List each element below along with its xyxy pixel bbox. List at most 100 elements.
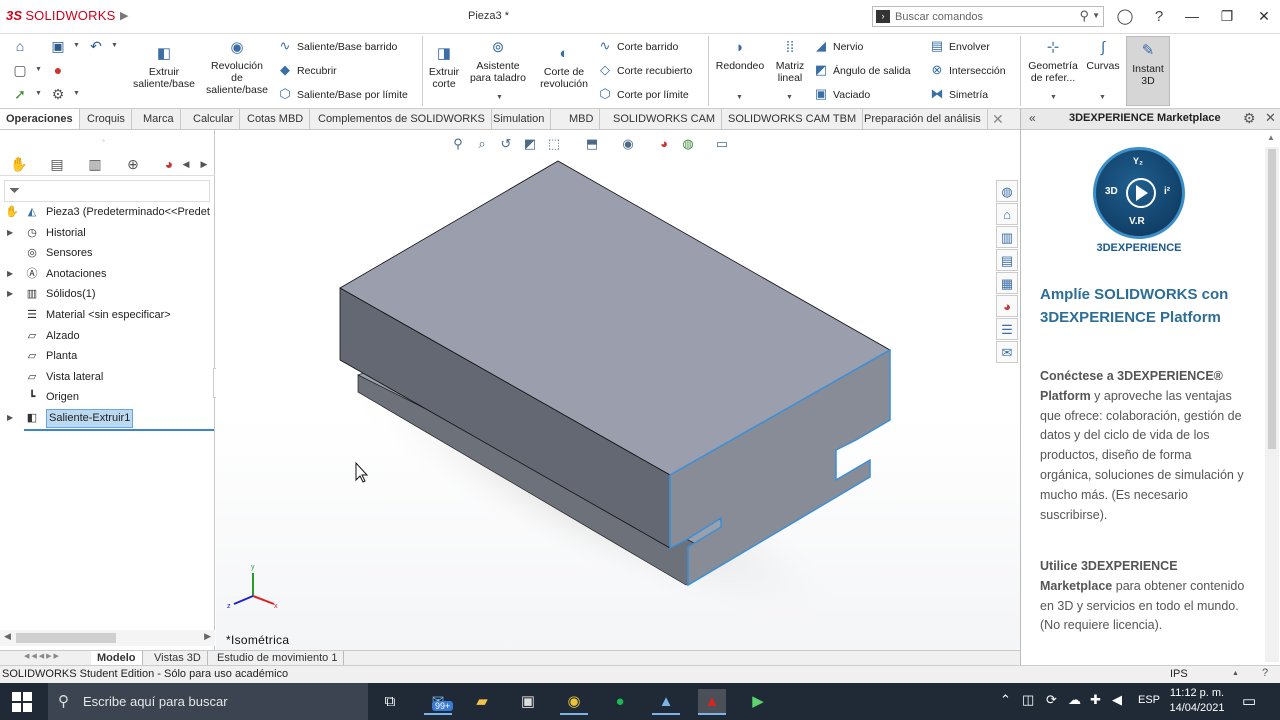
save-icon[interactable]: ▣: [48, 36, 68, 56]
scroll-left-icon[interactable]: ◀: [4, 631, 11, 642]
file-explorer-icon[interactable]: ▤: [996, 249, 1018, 271]
options-icon[interactable]: ⚙: [48, 84, 68, 104]
linear-pattern-button[interactable]: ⁞⁞ Matriz lineal: [772, 38, 808, 84]
solidworks-logo[interactable]: 3S SOLIDWORKS: [6, 8, 115, 23]
boundary-boss-button[interactable]: ⬡ Saliente/Base por límite: [276, 84, 408, 104]
graphics-area[interactable]: y x z ⚲ ⌕ ↺ ◩ ⬚ ⬒ ◉ ◕ ◍ ▭ ◍ ⌂ ▥ ▤ ▦ ◕ ☰ …: [216, 130, 1020, 650]
tab-cotas-mbd[interactable]: Cotas MBD: [241, 109, 311, 129]
photos-icon[interactable]: ▲: [652, 689, 680, 715]
tab-simulation[interactable]: Simulation: [487, 109, 552, 129]
scroll-up-icon[interactable]: ▲: [1267, 133, 1275, 142]
app-arrow-icon[interactable]: ▶: [744, 689, 772, 715]
mirror-button[interactable]: ⧓ Simetría: [928, 84, 989, 104]
chrome-icon[interactable]: ◉: [560, 689, 588, 715]
tab-mbd[interactable]: MBD: [563, 109, 601, 129]
swept-boss-button[interactable]: ∿ Saliente/Base barrido: [276, 36, 398, 56]
view-settings-icon[interactable]: ▭: [712, 134, 732, 154]
fillet-dropdown-icon[interactable]: ▼: [736, 94, 743, 101]
3dexperience-logo[interactable]: Y₂ 3D i² V.R: [1093, 147, 1185, 239]
language-indicator[interactable]: ESP: [1138, 694, 1160, 706]
task-pane-scrollbar[interactable]: ▲ ▼: [1265, 133, 1279, 688]
close-tabs-icon[interactable]: ✕: [992, 111, 1004, 128]
new-dropdown-icon[interactable]: ▼: [35, 66, 42, 73]
pattern-dropdown-icon[interactable]: ▼: [786, 94, 793, 101]
search-commands-input[interactable]: [895, 9, 1075, 24]
tree-item[interactable]: ┗ Origen: [0, 387, 215, 408]
show-hidden-icons[interactable]: ⌃: [1000, 692, 1011, 708]
home-icon[interactable]: ⌂: [10, 36, 30, 56]
dynamic-annotation-icon[interactable]: ⬚: [544, 134, 564, 154]
tree-item[interactable]: ▶ ◷ Historial: [0, 223, 215, 244]
hole-wizard-dropdown-icon[interactable]: ▼: [496, 94, 503, 101]
notifications-icon[interactable]: ▭: [1242, 692, 1256, 710]
configuration-manager-tab-icon[interactable]: ▥: [80, 154, 110, 174]
options-dropdown-icon[interactable]: ▼: [73, 90, 80, 97]
bottom-tab[interactable]: Estudio de movimiento 1: [211, 651, 345, 665]
tabs-scroll-right-icon[interactable]: ▶: [198, 154, 210, 174]
task-pane-scroll-thumb[interactable]: [1268, 149, 1276, 449]
solidworks-resources-icon[interactable]: ◍: [996, 180, 1018, 202]
feature-tree-tab-icon[interactable]: ✋: [4, 154, 34, 174]
tree-item[interactable]: ▱ Alzado: [0, 326, 215, 347]
rebuild-icon[interactable]: ●: [48, 60, 68, 80]
ref-geometry-dropdown-icon[interactable]: ▼: [1050, 94, 1057, 101]
draft-button[interactable]: ◩ Ángulo de salida: [812, 60, 911, 80]
custom-properties-icon[interactable]: ☰: [996, 318, 1018, 340]
rib-button[interactable]: ◢ Nervio: [812, 36, 863, 56]
edit-appearance-icon[interactable]: ◍: [678, 134, 698, 154]
search-dropdown-icon[interactable]: ▼: [1092, 11, 1100, 20]
taskbar-search[interactable]: ⚲ Escribe aquí para buscar: [48, 683, 368, 720]
expand-arrow-icon[interactable]: ▶: [7, 408, 13, 429]
tab-operaciones[interactable]: Operaciones: [0, 109, 80, 129]
tabs-scroll-left-icon[interactable]: ◀: [180, 154, 192, 174]
settings-icon[interactable]: ⚙: [1243, 110, 1256, 127]
bottom-tab[interactable]: Modelo: [91, 651, 143, 665]
intersect-button[interactable]: ⊗ Intersección: [928, 60, 1006, 80]
close-pane-icon[interactable]: ✕: [1265, 110, 1276, 126]
property-manager-tab-icon[interactable]: ▤: [42, 154, 72, 174]
bottom-tab[interactable]: Vistas 3D: [148, 651, 208, 665]
instant3d-button[interactable]: ✎ Instant 3D: [1126, 36, 1170, 106]
solidworks-app-icon[interactable]: ▲: [698, 689, 726, 715]
help-icon[interactable]: ?: [1148, 6, 1170, 28]
close-button[interactable]: ✕: [1252, 4, 1276, 28]
expand-arrow-icon[interactable]: ▶: [7, 223, 13, 244]
tree-horizontal-scrollbar[interactable]: ◀ ▶: [0, 630, 215, 646]
hole-wizard-button[interactable]: ⊚ Asistente para taladro: [466, 38, 530, 84]
tree-item[interactable]: ☰ Material <sin especificar>: [0, 305, 215, 326]
onedrive-icon[interactable]: ☁: [1068, 692, 1081, 708]
tree-item[interactable]: ▶ ◧ Saliente-Extruir1: [0, 408, 215, 429]
tab-marca[interactable]: Marca: [137, 109, 181, 129]
3dexperience-home-icon[interactable]: ⌂: [996, 203, 1018, 225]
undo-icon[interactable]: ↶: [86, 36, 106, 56]
tray-sync-icon[interactable]: ⟳: [1046, 692, 1057, 708]
curves-button[interactable]: ∫ Curvas: [1084, 38, 1122, 72]
file-explorer-app-icon[interactable]: ▰: [468, 689, 496, 715]
revolve-boss-button[interactable]: ◉ Revolución de saliente/base: [204, 38, 270, 96]
search-icon[interactable]: ⚲: [1079, 8, 1089, 24]
tree-item[interactable]: ▶ ▥ Sólidos(1): [0, 284, 215, 305]
tree-item[interactable]: ▱ Planta: [0, 346, 215, 367]
windows-start-icon[interactable]: [12, 692, 32, 712]
volume-icon[interactable]: ◀: [1112, 692, 1122, 708]
appearances-icon[interactable]: ◕: [996, 295, 1018, 317]
task-view-icon[interactable]: ⧉: [376, 689, 404, 715]
tree-item[interactable]: ◎ Sensores: [0, 243, 215, 264]
quick-tips-icon[interactable]: ?: [1262, 667, 1268, 679]
extrude-cut-button[interactable]: ◨ Extruir corte: [426, 44, 462, 90]
panel-grip[interactable]: ◦: [102, 136, 105, 145]
restore-button[interactable]: ❐: [1215, 4, 1239, 28]
design-library-icon[interactable]: ▥: [996, 226, 1018, 248]
curves-dropdown-icon[interactable]: ▼: [1099, 94, 1106, 101]
expand-arrow-icon[interactable]: ▶: [7, 284, 13, 305]
tree-item[interactable]: ▱ Vista lateral: [0, 367, 215, 388]
display-style-icon[interactable]: ◉: [618, 134, 638, 154]
new-document-icon[interactable]: ▢: [10, 60, 30, 80]
menu-expand-icon[interactable]: ▶: [120, 9, 128, 22]
previous-view-icon[interactable]: ↺: [496, 134, 516, 154]
wrap-button[interactable]: ▤ Envolver: [928, 36, 990, 56]
tab-solidworks-cam[interactable]: SOLIDWORKS CAM: [607, 109, 723, 129]
minimize-button[interactable]: —: [1180, 4, 1204, 28]
revolve-cut-button[interactable]: ◐ Corte de revolución: [536, 44, 592, 90]
zoom-to-area-icon[interactable]: ⌕: [472, 134, 492, 154]
